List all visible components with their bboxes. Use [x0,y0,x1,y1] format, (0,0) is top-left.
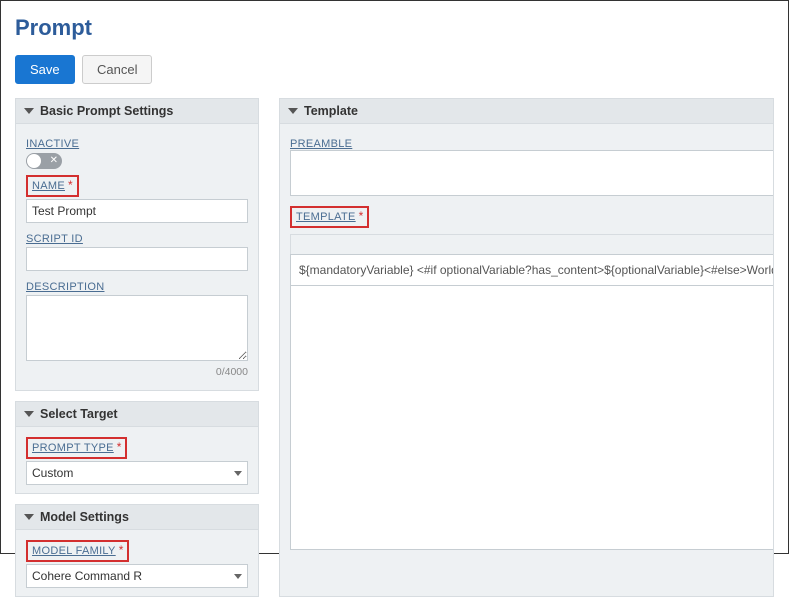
highlight-template: TEMPLATE* [290,206,369,228]
required-marker: * [119,543,124,557]
description-textarea[interactable] [26,295,248,361]
toggle-knob [27,154,41,168]
action-bar: Save Cancel [15,55,774,84]
scriptid-input[interactable] [26,247,248,271]
highlight-model-family: MODEL FAMILY* [26,540,129,562]
chevron-down-icon [24,514,34,520]
prompt-type-value: Custom [32,466,73,480]
name-input[interactable] [26,199,248,223]
prompt-type-label[interactable]: PROMPT TYPE [32,442,114,454]
toggle-off-icon: ✕ [50,156,58,166]
preamble-label[interactable]: PREAMBLE [290,138,352,150]
scriptid-label[interactable]: SCRIPT ID [26,233,83,245]
template-toolbar [290,234,773,254]
panel-target-header[interactable]: Select Target [16,402,258,427]
panel-model-title: Model Settings [40,510,129,524]
inactive-label[interactable]: INACTIVE [26,138,79,150]
panel-target-title: Select Target [40,407,118,421]
page-title: Prompt [15,15,774,41]
chevron-down-icon [288,108,298,114]
required-marker: * [359,209,364,223]
panel-basic-settings: Basic Prompt Settings INACTIVE ✕ NAME* [15,98,259,391]
prompt-type-select[interactable]: Custom [26,461,248,485]
model-family-label[interactable]: MODEL FAMILY [32,545,116,557]
model-family-value: Cohere Command R [32,569,142,583]
panel-model-settings: Model Settings MODEL FAMILY* Cohere Comm… [15,504,259,597]
required-marker: * [117,440,122,454]
inactive-toggle[interactable]: ✕ [26,153,62,169]
template-editor[interactable]: ${mandatoryVariable} <#if optionalVariab… [290,254,773,286]
template-editor-body[interactable] [290,286,773,550]
chevron-down-icon [24,108,34,114]
panel-template-header[interactable]: Template [280,99,773,124]
chevron-down-icon [234,471,242,476]
chevron-down-icon [234,574,242,579]
name-label[interactable]: NAME [32,180,65,192]
preamble-input[interactable] [290,150,773,196]
description-counter: 0/4000 [26,366,248,378]
cancel-button[interactable]: Cancel [82,55,152,84]
panel-template: Template PREAMBLE TEMPLATE* ${mandatoryV… [279,98,774,597]
highlight-prompt-type: PROMPT TYPE* [26,437,127,459]
highlight-name: NAME* [26,175,79,197]
description-label[interactable]: DESCRIPTION [26,281,104,293]
panel-select-target: Select Target PROMPT TYPE* Custom [15,401,259,494]
chevron-down-icon [24,411,34,417]
panel-model-header[interactable]: Model Settings [16,505,258,530]
model-family-select[interactable]: Cohere Command R [26,564,248,588]
required-marker: * [68,178,73,192]
panel-basic-header[interactable]: Basic Prompt Settings [16,99,258,124]
template-label[interactable]: TEMPLATE [296,211,356,223]
panel-template-title: Template [304,104,358,118]
panel-basic-title: Basic Prompt Settings [40,104,173,118]
save-button[interactable]: Save [15,55,75,84]
